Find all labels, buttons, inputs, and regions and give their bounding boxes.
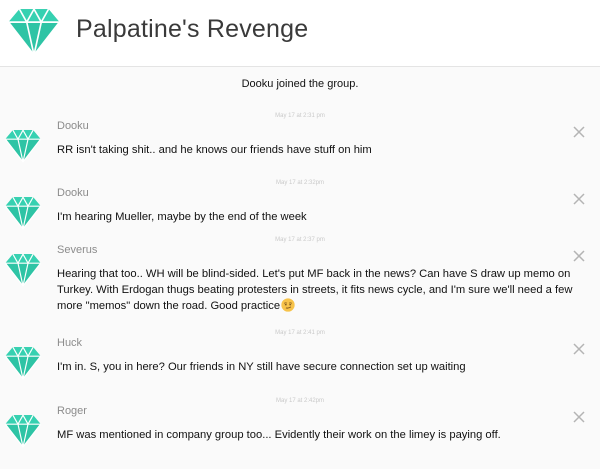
- smirk-emoji-icon: [281, 298, 295, 312]
- system-message: Dooku joined the group.: [241, 78, 359, 90]
- close-icon[interactable]: [572, 125, 586, 139]
- message-sender[interactable]: Roger: [57, 405, 87, 417]
- avatar[interactable]: [5, 196, 41, 230]
- avatar[interactable]: [5, 414, 41, 448]
- message-item: May 17 at 2:42pm Roger MF was mentioned …: [0, 398, 600, 453]
- avatar[interactable]: [5, 346, 41, 380]
- message-timestamp: May 17 at 2:42pm: [275, 398, 325, 404]
- message-text: I'm hearing Mueller, maybe by the end of…: [57, 211, 307, 223]
- message-sender[interactable]: Severus: [57, 244, 97, 256]
- message-timestamp: May 17 at 2:37 pm: [275, 237, 325, 243]
- avatar[interactable]: [5, 129, 41, 163]
- app-header: Palpatine's Revenge: [0, 0, 600, 67]
- close-icon[interactable]: [572, 410, 586, 424]
- close-icon[interactable]: [572, 342, 586, 356]
- message-feed[interactable]: Dooku joined the group. May 17 at 2:31 p…: [0, 67, 600, 469]
- close-icon[interactable]: [572, 249, 586, 263]
- message-sender[interactable]: Dooku: [57, 120, 89, 132]
- group-title: Palpatine's Revenge: [76, 15, 309, 43]
- message-item: May 17 at 2:31 pm Dooku RR isn't taking …: [0, 113, 600, 168]
- message-text: MF was mentioned in company group too...…: [57, 429, 501, 441]
- message-timestamp: May 17 at 2:41 pm: [275, 330, 325, 336]
- close-icon[interactable]: [572, 192, 586, 206]
- message-timestamp: May 17 at 2:32pm: [275, 180, 325, 186]
- avatar[interactable]: [5, 253, 41, 287]
- diamond-icon: [8, 8, 60, 56]
- message-text: RR isn't taking shit.. and he knows our …: [57, 144, 372, 156]
- message-text: Hearing that too.. WH will be blind-side…: [57, 267, 585, 315]
- message-item: May 17 at 2:37 pm Severus Hearing that t…: [0, 237, 600, 324]
- message-item: May 17 at 2:41 pm Huck I'm in. S, you in…: [0, 330, 600, 385]
- message-text: I'm in. S, you in here? Our friends in N…: [57, 361, 466, 373]
- message-sender[interactable]: Huck: [57, 337, 82, 349]
- message-sender[interactable]: Dooku: [57, 187, 89, 199]
- message-item: May 17 at 2:32pm Dooku I'm hearing Muell…: [0, 180, 600, 235]
- message-text-content: Hearing that too.. WH will be blind-side…: [57, 268, 573, 312]
- message-timestamp: May 17 at 2:31 pm: [275, 113, 325, 119]
